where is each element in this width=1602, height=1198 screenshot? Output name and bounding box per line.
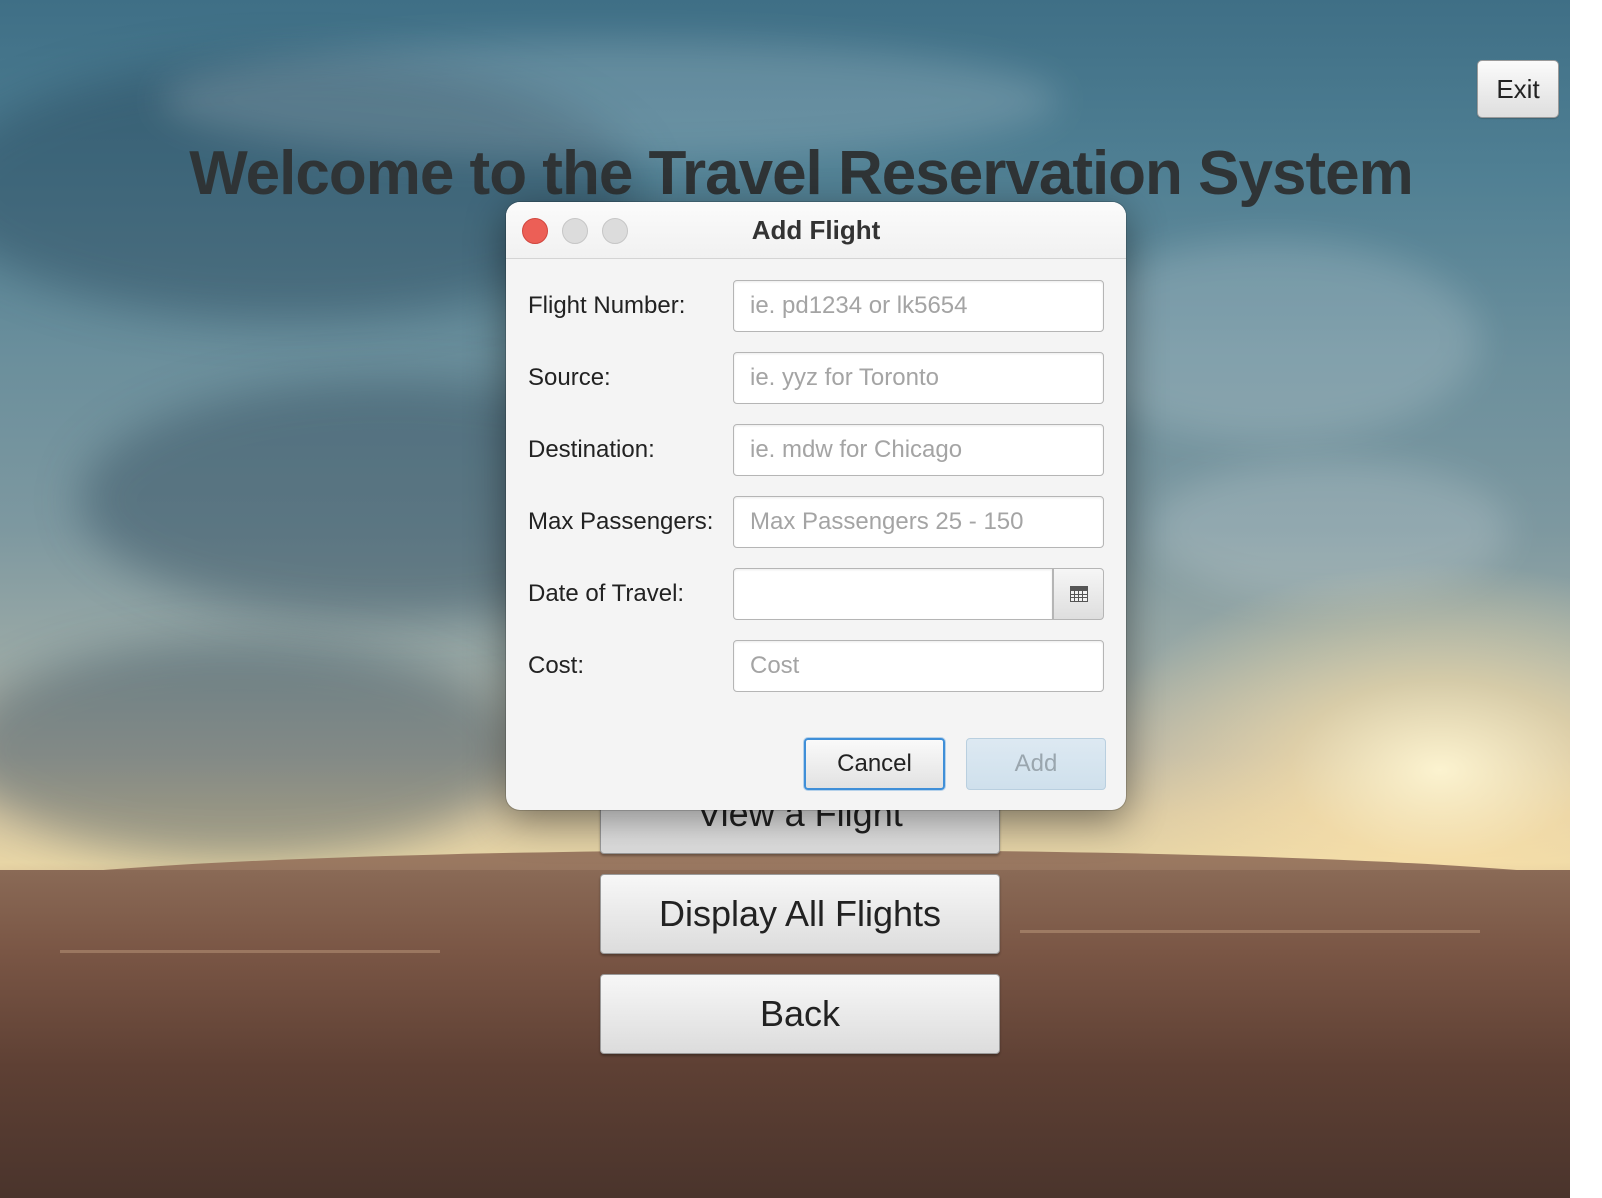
destination-input[interactable] (733, 424, 1104, 476)
destination-row: Destination: (528, 424, 1104, 476)
flight-number-label: Flight Number: (528, 292, 686, 319)
back-button[interactable]: Back (600, 974, 1000, 1054)
dialog-title: Add Flight (751, 215, 881, 245)
cost-input[interactable] (733, 640, 1104, 692)
close-window-icon[interactable] (522, 218, 548, 244)
date-picker-button[interactable] (1053, 568, 1104, 620)
cancel-button[interactable]: Cancel (804, 738, 945, 790)
destination-label: Destination: (528, 436, 655, 463)
cost-label: Cost: (528, 652, 585, 679)
app-window: Exit Welcome to the Travel Reservation S… (0, 0, 1602, 1198)
source-label: Source: (528, 364, 611, 391)
source-row: Source: (528, 352, 1104, 404)
display-all-flights-button[interactable]: Display All Flights (600, 874, 1000, 954)
field-streak (1020, 930, 1480, 933)
dialog-titlebar[interactable]: Add Flight (506, 202, 1126, 259)
date-of-travel-row: Date of Travel: (528, 568, 1104, 620)
flight-number-input[interactable] (733, 280, 1104, 332)
field-streak (60, 950, 440, 953)
source-input[interactable] (733, 352, 1104, 404)
cost-row: Cost: (528, 640, 1104, 692)
flight-number-row: Flight Number: (528, 280, 1104, 332)
add-button[interactable]: Add (966, 738, 1106, 790)
exit-button[interactable]: Exit (1477, 60, 1559, 118)
maximize-window-icon[interactable] (602, 218, 628, 244)
calendar-icon (1069, 586, 1088, 602)
max-passengers-row: Max Passengers: (528, 496, 1104, 548)
page-title: Welcome to the Travel Reservation System (189, 139, 1413, 208)
add-flight-dialog: Add Flight Flight Number: Source: Destin… (506, 202, 1126, 810)
max-passengers-input[interactable] (733, 496, 1104, 548)
date-of-travel-input[interactable] (733, 568, 1053, 620)
max-passengers-label: Max Passengers: (528, 508, 714, 535)
sky-cloud (0, 640, 520, 860)
minimize-window-icon[interactable] (562, 218, 588, 244)
date-of-travel-label: Date of Travel: (528, 580, 685, 607)
